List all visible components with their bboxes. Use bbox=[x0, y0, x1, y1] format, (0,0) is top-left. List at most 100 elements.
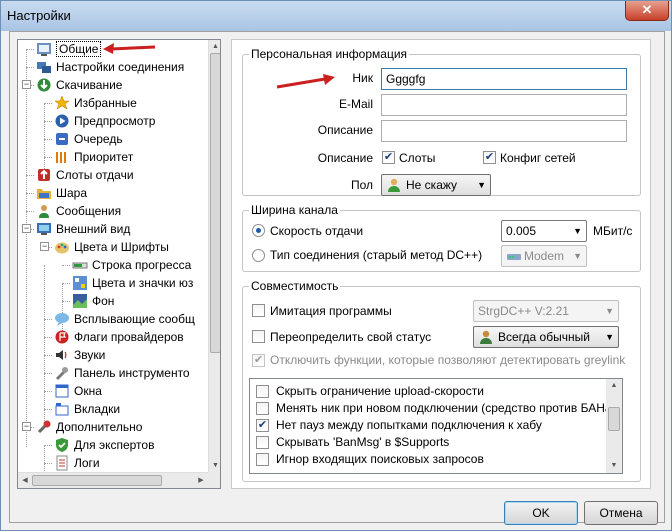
network-connection-icon bbox=[37, 62, 51, 73]
tree-vertical-scrollbar[interactable]: ▲ ▼ bbox=[208, 40, 220, 472]
tree-item[interactable]: Панель инструменто bbox=[18, 364, 208, 382]
tree-guide bbox=[44, 445, 52, 446]
tree-item[interactable]: Строка прогресса bbox=[18, 256, 208, 274]
list-item[interactable]: Скрывать 'BanMsg' в $Supports bbox=[250, 434, 602, 451]
tabs-icon bbox=[55, 403, 69, 416]
list-item[interactable]: Скрыть ограничение upload-скорости bbox=[250, 383, 602, 400]
override-status-value: Всегда обычный bbox=[498, 330, 590, 344]
connection-type-label: Тип соединения (старый метод DC++) bbox=[270, 248, 483, 262]
scroll-right-icon[interactable]: ▶ bbox=[194, 473, 208, 488]
queue-icon bbox=[56, 133, 68, 145]
greylink-checkbox[interactable]: ✔ bbox=[252, 354, 265, 367]
scroll-thumb[interactable] bbox=[210, 53, 220, 353]
description-options-label: Описание bbox=[317, 151, 373, 165]
tree-item[interactable]: Для экспертов bbox=[18, 436, 208, 454]
list-scrollbar[interactable]: ▲ ▼ bbox=[606, 379, 622, 473]
override-status-checkbox[interactable] bbox=[252, 330, 265, 343]
gender-value: Не скажу bbox=[406, 178, 458, 192]
nick-input[interactable]: Ggggfg bbox=[381, 68, 627, 90]
scroll-up-icon[interactable]: ▲ bbox=[606, 379, 622, 393]
scroll-down-icon[interactable]: ▼ bbox=[209, 459, 220, 472]
tree-item[interactable]: Звуки bbox=[18, 346, 208, 364]
title-bar[interactable]: Настройки ✕ bbox=[1, 1, 671, 31]
settings-window: Настройки ✕ Общие Настройки соединения − Ск… bbox=[0, 0, 672, 531]
tree-guide bbox=[44, 319, 52, 320]
slots-checkbox[interactable]: ✔ bbox=[382, 151, 395, 164]
list-item-checkbox[interactable] bbox=[256, 385, 269, 398]
settings-tree: Общие Настройки соединения − Скачивание Избр… bbox=[17, 39, 221, 489]
tree-item[interactable]: − Внешний вид bbox=[18, 220, 208, 238]
tree-item[interactable]: Избранные bbox=[18, 94, 208, 112]
close-button[interactable]: ✕ bbox=[625, 1, 669, 21]
tree-item[interactable]: Логи bbox=[18, 454, 208, 472]
tree-item[interactable]: Цвета и значки юз bbox=[18, 274, 208, 292]
background-icon bbox=[73, 294, 87, 308]
description-input[interactable] bbox=[381, 120, 627, 142]
scroll-down-icon[interactable]: ▼ bbox=[606, 459, 622, 473]
scrollbar-corner bbox=[208, 472, 220, 488]
tree-item[interactable]: Приоритет bbox=[18, 148, 208, 166]
emulate-client-dropdown[interactable]: StrgDC++ V:2.21 ▼ bbox=[473, 300, 619, 322]
tree-item-label: Общие bbox=[56, 41, 102, 57]
ok-button[interactable]: OK bbox=[504, 501, 578, 525]
list-item-checkbox[interactable]: ✔ bbox=[256, 419, 269, 432]
emulate-client-checkbox[interactable] bbox=[252, 304, 265, 317]
tree-item-label: Дополнительно bbox=[56, 420, 143, 434]
tree-item[interactable]: − Дополнительно bbox=[18, 418, 208, 436]
list-item[interactable]: Менять ник при новом подключении (средст… bbox=[250, 400, 616, 417]
list-item[interactable]: Игнор входящих поисковых запросов bbox=[250, 451, 602, 468]
list-item-checkbox[interactable] bbox=[256, 402, 269, 415]
gender-dropdown[interactable]: Не скажу ▼ bbox=[381, 174, 491, 196]
tree-item-label: Строка прогресса bbox=[92, 258, 192, 272]
tree-horizontal-scrollbar[interactable]: ◀ ▶ bbox=[18, 472, 208, 488]
user-gender-icon bbox=[388, 178, 400, 192]
scroll-thumb[interactable] bbox=[32, 475, 162, 486]
tree-item[interactable]: Фон bbox=[18, 292, 208, 310]
cancel-button[interactable]: Отмена bbox=[584, 501, 658, 525]
scroll-thumb[interactable] bbox=[608, 407, 620, 431]
netconfig-checkbox[interactable]: ✔ bbox=[483, 151, 496, 164]
connection-type-radio[interactable] bbox=[252, 249, 265, 262]
tree-guide bbox=[44, 157, 52, 158]
tree-item[interactable]: − Цвета и Шрифты bbox=[18, 238, 208, 256]
collapse-icon[interactable]: − bbox=[22, 80, 31, 89]
tree-item-label: Настройки соединения bbox=[56, 60, 185, 74]
tree-item-label: Приоритет bbox=[74, 150, 134, 164]
colors-fonts-icon bbox=[55, 242, 69, 254]
collapse-icon[interactable]: − bbox=[22, 422, 31, 431]
connection-type-dropdown[interactable]: Modem ▼ bbox=[501, 245, 587, 267]
scroll-left-icon[interactable]: ◀ bbox=[18, 473, 32, 488]
description-label: Описание bbox=[317, 123, 373, 137]
list-item-checkbox[interactable] bbox=[256, 453, 269, 466]
tree-guide bbox=[44, 463, 52, 464]
tree-item[interactable]: Вкладки bbox=[18, 400, 208, 418]
override-status-dropdown[interactable]: Всегда обычный ▼ bbox=[473, 326, 619, 348]
tree-item[interactable]: Всплывающие сообщ bbox=[18, 310, 208, 328]
tree-item[interactable]: Очередь bbox=[18, 130, 208, 148]
upload-speed-dropdown[interactable]: 0.005 ▼ bbox=[501, 220, 587, 242]
advanced-wrench-icon bbox=[37, 420, 51, 434]
list-item-checkbox[interactable] bbox=[256, 436, 269, 449]
email-input[interactable] bbox=[381, 94, 627, 116]
tree-item[interactable]: Слоты отдачи bbox=[18, 166, 208, 184]
tree-guide bbox=[62, 301, 70, 302]
list-item[interactable]: ✔ Нет пауз между попытками подключения к … bbox=[250, 417, 602, 434]
upload-speed-radio[interactable] bbox=[252, 224, 265, 237]
tree-item[interactable]: Сообщения bbox=[18, 202, 208, 220]
tree-item[interactable]: Флаги провайдеров bbox=[18, 328, 208, 346]
chevron-down-icon: ▼ bbox=[573, 251, 582, 261]
tree-item[interactable]: − Скачивание bbox=[18, 76, 208, 94]
scroll-up-icon[interactable]: ▲ bbox=[209, 40, 220, 53]
user-icons-icon bbox=[73, 276, 87, 290]
tree-guide bbox=[44, 373, 52, 374]
list-item-label: Скрыть ограничение upload-скорости bbox=[276, 384, 484, 398]
upload-slots-icon bbox=[38, 169, 50, 181]
collapse-icon[interactable]: − bbox=[40, 242, 49, 251]
tree-item[interactable]: Окна bbox=[18, 382, 208, 400]
tree-item[interactable]: Предпросмотр bbox=[18, 112, 208, 130]
tree-item[interactable]: Настройки соединения bbox=[18, 58, 208, 76]
tree-item[interactable]: Шара bbox=[18, 184, 208, 202]
collapse-icon[interactable]: − bbox=[22, 224, 31, 233]
tree-item-label: Вкладки bbox=[74, 402, 121, 416]
greylink-label: Отключить функции, которые позволяют дет… bbox=[270, 353, 626, 367]
